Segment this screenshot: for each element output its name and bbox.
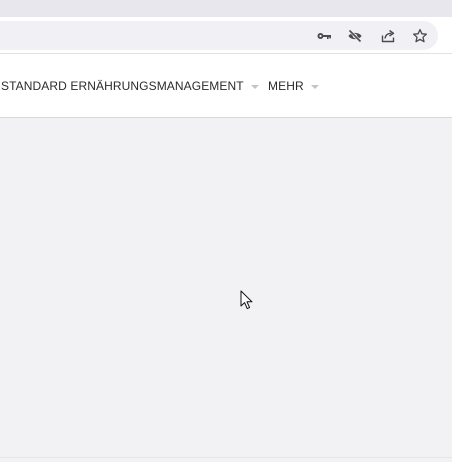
browser-tab-strip (0, 0, 452, 17)
browser-toolbar (0, 17, 452, 54)
content-divider (0, 457, 452, 458)
chevron-down-icon (250, 84, 259, 89)
key-icon[interactable] (316, 28, 332, 44)
nav-item-standard-ernaehrungsmanagement[interactable]: STANDARD ERNÄHRUNGSMANAGEMENT (1, 54, 259, 117)
nav-item-mehr[interactable]: MEHR (268, 54, 319, 117)
star-icon[interactable] (412, 28, 428, 44)
page-content (0, 118, 452, 462)
nav-item-label: MEHR (268, 78, 304, 93)
mouse-pointer-icon (240, 290, 253, 310)
nav-item-label: STANDARD ERNÄHRUNGSMANAGEMENT (1, 78, 244, 93)
address-bar[interactable] (0, 21, 438, 50)
eye-off-icon[interactable] (347, 28, 363, 44)
share-icon[interactable] (380, 28, 396, 44)
site-navigation: STANDARD ERNÄHRUNGSMANAGEMENT MEHR (0, 54, 452, 118)
chevron-down-icon (310, 84, 319, 89)
browser-window: STANDARD ERNÄHRUNGSMANAGEMENT MEHR (0, 0, 452, 462)
